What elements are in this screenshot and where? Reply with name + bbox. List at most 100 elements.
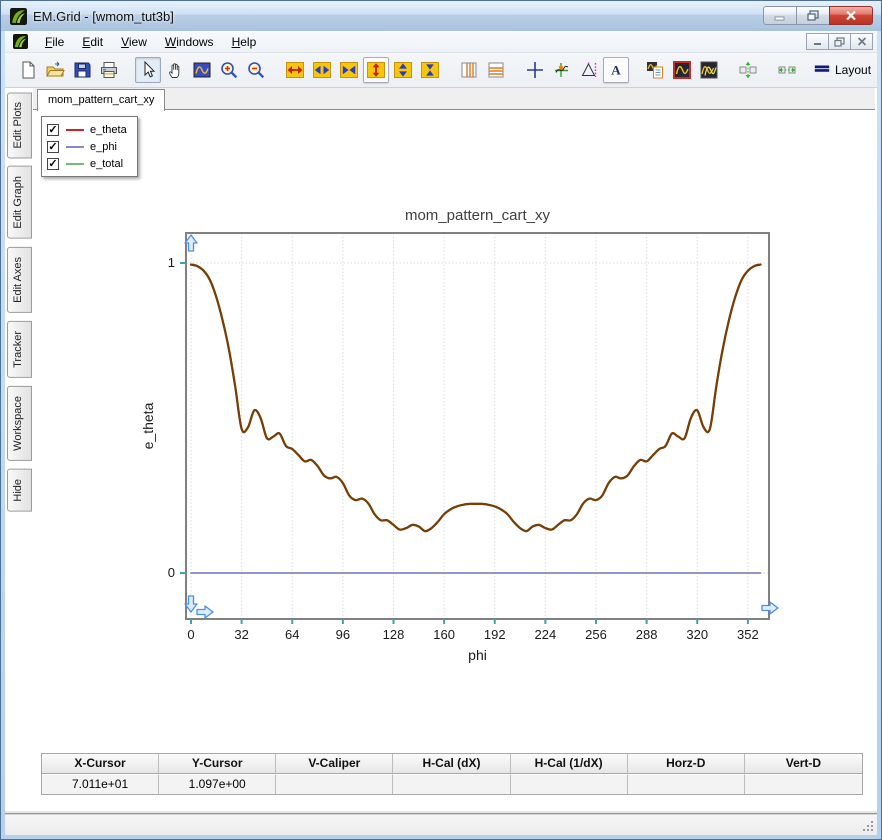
zoom-in-button[interactable]	[216, 57, 242, 83]
shrink-x-button[interactable]	[336, 57, 362, 83]
text-label-button[interactable]: A	[603, 57, 629, 83]
horizontal-gridlines-icon	[488, 62, 504, 78]
chart-title: mom_pattern_cart_xy	[405, 207, 551, 224]
shrink-y-button[interactable]	[417, 57, 443, 83]
widen-y-button[interactable]	[390, 57, 416, 83]
tracker-header-cell: H-Cal (1/dX)	[510, 754, 628, 774]
window-title: EM.Grid - [wmom_tut3b]	[33, 8, 174, 24]
toolbar-separator	[444, 57, 456, 83]
pan-hand-icon	[169, 63, 180, 78]
legend-label: e_theta	[90, 123, 127, 136]
mdi-close-button[interactable]	[850, 33, 873, 50]
fit-vertical-icon	[739, 61, 757, 79]
plot-properties-button[interactable]	[642, 57, 668, 83]
widen-x-button[interactable]	[309, 57, 335, 83]
expand-y-button[interactable]	[363, 57, 389, 83]
single-graph-button[interactable]	[669, 57, 695, 83]
tab-mom-pattern-cart-xy[interactable]: mom_pattern_cart_xy	[37, 89, 166, 111]
multi-graph-button[interactable]	[696, 57, 722, 83]
graph-client-area: mom_pattern_cart_xy ✓ e_theta ✓ e_phi ✓ e_tot…	[33, 88, 875, 809]
x-tick-label: 320	[686, 627, 708, 642]
save-button[interactable]	[69, 57, 95, 83]
new-document-button[interactable]	[15, 57, 41, 83]
legend-label: e_phi	[90, 140, 117, 153]
legend-checkbox-e_theta[interactable]: ✓	[47, 123, 59, 136]
toolbar-separator	[723, 57, 735, 83]
tracker-value-cell: 7.011e+01	[42, 774, 160, 794]
tracker-value-cell	[510, 774, 628, 794]
mdi-restore-button[interactable]	[828, 33, 851, 50]
close-button[interactable]	[829, 6, 873, 25]
x-tick-label: 160	[433, 627, 455, 642]
layout-button[interactable]: Layout	[813, 61, 871, 79]
zoom-box-tool-button[interactable]	[189, 57, 215, 83]
x-tick-label: 192	[484, 627, 506, 642]
tracker-icon	[555, 63, 569, 77]
crosshair-button[interactable]	[522, 57, 548, 83]
menu-windows[interactable]: Windows	[156, 32, 223, 52]
legend-checkbox-e_total[interactable]: ✓	[47, 157, 59, 170]
x-axis-left-handle-icon[interactable]	[196, 605, 214, 619]
x-tick-label: 32	[234, 627, 248, 642]
chart-area[interactable]: mom_pattern_cart_xy 0 32 64 96 128 160 192 224 25…	[133, 198, 853, 678]
toolbar-separator	[801, 57, 813, 83]
resize-grip-icon[interactable]	[862, 820, 875, 833]
side-tab-tracker[interactable]: Tracker	[7, 320, 32, 378]
document-icon	[13, 34, 28, 49]
expand-x-button[interactable]	[282, 57, 308, 83]
work-area: Edit Plots Edit Graph Edit Axes Tracker Work…	[5, 88, 877, 814]
x-tick-label: 0	[187, 627, 194, 642]
save-icon	[74, 62, 91, 78]
minimize-icon	[774, 16, 785, 20]
widen-x-icon	[313, 62, 331, 78]
zoom-out-button[interactable]	[243, 57, 269, 83]
menu-file[interactable]: File	[36, 32, 73, 52]
y-tick-label: 1	[168, 255, 175, 270]
status-bar	[5, 814, 877, 835]
toolbar-separator	[270, 57, 282, 83]
fit-vertical-button[interactable]	[735, 57, 761, 83]
restore-button[interactable]	[796, 6, 830, 25]
side-tab-edit-plots[interactable]: Edit Plots	[7, 92, 32, 159]
zoom-box-icon	[193, 62, 211, 78]
vertical-gridlines-button[interactable]	[456, 57, 482, 83]
menu-edit[interactable]: Edit	[73, 32, 112, 52]
x-tick-label: 128	[383, 627, 405, 642]
tracker-value-cell	[627, 774, 745, 794]
title-bar[interactable]: EM.Grid - [wmom_tut3b]	[1, 1, 881, 31]
menu-help[interactable]: Help	[223, 32, 266, 52]
side-tab-edit-graph[interactable]: Edit Graph	[7, 166, 32, 240]
caliper-tool-button[interactable]	[576, 57, 602, 83]
select-tool-button[interactable]	[135, 57, 161, 83]
legend-line-swatch	[66, 128, 84, 131]
mdi-window-buttons	[806, 33, 873, 50]
horizontal-gridlines-button[interactable]	[483, 57, 509, 83]
side-tab-workspace[interactable]: Workspace	[7, 385, 32, 461]
x-tick-label: 64	[285, 627, 299, 642]
crosshair-icon	[527, 62, 543, 78]
x-tick-label: 256	[585, 627, 607, 642]
plot-border	[185, 232, 770, 620]
svg-text:A: A	[611, 63, 621, 78]
legend-checkbox-e_phi[interactable]: ✓	[47, 140, 59, 153]
side-tab-edit-axes[interactable]: Edit Axes	[7, 247, 32, 313]
tracker-tool-button[interactable]	[549, 57, 575, 83]
fit-horizontal-button[interactable]	[774, 57, 800, 83]
fit-horizontal-icon	[778, 66, 796, 74]
open-folder-icon	[46, 61, 65, 77]
toolbar: A Layout	[5, 53, 877, 88]
print-button[interactable]	[96, 57, 122, 83]
legend-line-swatch	[66, 145, 84, 148]
pan-tool-button[interactable]	[162, 57, 188, 83]
x-tick-label: 96	[336, 627, 350, 642]
y-axis-label: e_theta	[140, 402, 156, 449]
mdi-restore-icon	[834, 36, 845, 47]
minimize-button[interactable]	[763, 6, 797, 25]
side-tab-hide[interactable]: Hide	[7, 468, 32, 512]
expand-x-icon	[286, 62, 304, 78]
open-file-button[interactable]	[42, 57, 68, 83]
widen-y-icon	[394, 62, 412, 78]
mdi-minimize-button[interactable]	[806, 33, 829, 50]
menu-view[interactable]: View	[112, 32, 156, 52]
x-axis-right-handle-icon[interactable]	[761, 601, 779, 615]
